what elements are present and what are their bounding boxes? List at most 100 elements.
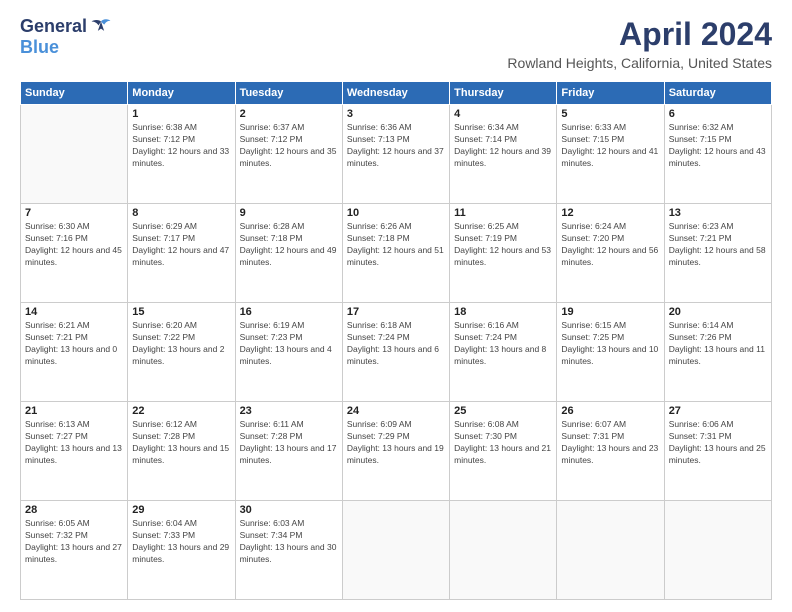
logo-general: General	[20, 16, 87, 37]
table-row: 25 Sunrise: 6:08 AM Sunset: 7:30 PM Dayl…	[450, 402, 557, 501]
sunset-text: Sunset: 7:33 PM	[132, 530, 195, 540]
sunset-text: Sunset: 7:17 PM	[132, 233, 195, 243]
table-row: 12 Sunrise: 6:24 AM Sunset: 7:20 PM Dayl…	[557, 204, 664, 303]
sunset-text: Sunset: 7:12 PM	[132, 134, 195, 144]
table-row: 23 Sunrise: 6:11 AM Sunset: 7:28 PM Dayl…	[235, 402, 342, 501]
day-info: Sunrise: 6:13 AM Sunset: 7:27 PM Dayligh…	[25, 419, 123, 467]
day-info: Sunrise: 6:24 AM Sunset: 7:20 PM Dayligh…	[561, 221, 659, 269]
table-row: 19 Sunrise: 6:15 AM Sunset: 7:25 PM Dayl…	[557, 303, 664, 402]
table-row: 18 Sunrise: 6:16 AM Sunset: 7:24 PM Dayl…	[450, 303, 557, 402]
table-row: 28 Sunrise: 6:05 AM Sunset: 7:32 PM Dayl…	[21, 501, 128, 600]
daylight-text: Daylight: 13 hours and 6 minutes.	[347, 344, 439, 366]
sunrise-text: Sunrise: 6:21 AM	[25, 320, 90, 330]
table-row: 5 Sunrise: 6:33 AM Sunset: 7:15 PM Dayli…	[557, 105, 664, 204]
sunrise-text: Sunrise: 6:09 AM	[347, 419, 412, 429]
sunset-text: Sunset: 7:34 PM	[240, 530, 303, 540]
table-row	[450, 501, 557, 600]
calendar-table: Sunday Monday Tuesday Wednesday Thursday…	[20, 81, 772, 600]
sunrise-text: Sunrise: 6:25 AM	[454, 221, 519, 231]
sunrise-text: Sunrise: 6:36 AM	[347, 122, 412, 132]
daylight-text: Daylight: 12 hours and 37 minutes.	[347, 146, 444, 168]
day-number: 3	[347, 108, 445, 120]
col-saturday: Saturday	[664, 82, 771, 105]
table-row: 17 Sunrise: 6:18 AM Sunset: 7:24 PM Dayl…	[342, 303, 449, 402]
day-info: Sunrise: 6:23 AM Sunset: 7:21 PM Dayligh…	[669, 221, 767, 269]
daylight-text: Daylight: 12 hours and 33 minutes.	[132, 146, 229, 168]
day-info: Sunrise: 6:08 AM Sunset: 7:30 PM Dayligh…	[454, 419, 552, 467]
col-tuesday: Tuesday	[235, 82, 342, 105]
sunset-text: Sunset: 7:15 PM	[669, 134, 732, 144]
day-info: Sunrise: 6:36 AM Sunset: 7:13 PM Dayligh…	[347, 122, 445, 170]
sunrise-text: Sunrise: 6:29 AM	[132, 221, 197, 231]
col-wednesday: Wednesday	[342, 82, 449, 105]
day-info: Sunrise: 6:32 AM Sunset: 7:15 PM Dayligh…	[669, 122, 767, 170]
sunset-text: Sunset: 7:25 PM	[561, 332, 624, 342]
day-info: Sunrise: 6:20 AM Sunset: 7:22 PM Dayligh…	[132, 320, 230, 368]
col-friday: Friday	[557, 82, 664, 105]
sunset-text: Sunset: 7:28 PM	[132, 431, 195, 441]
day-info: Sunrise: 6:14 AM Sunset: 7:26 PM Dayligh…	[669, 320, 767, 368]
sunset-text: Sunset: 7:14 PM	[454, 134, 517, 144]
table-row: 6 Sunrise: 6:32 AM Sunset: 7:15 PM Dayli…	[664, 105, 771, 204]
day-info: Sunrise: 6:38 AM Sunset: 7:12 PM Dayligh…	[132, 122, 230, 170]
daylight-text: Daylight: 12 hours and 39 minutes.	[454, 146, 551, 168]
table-row	[664, 501, 771, 600]
sunset-text: Sunset: 7:22 PM	[132, 332, 195, 342]
daylight-text: Daylight: 12 hours and 43 minutes.	[669, 146, 766, 168]
subtitle: Rowland Heights, California, United Stat…	[507, 55, 772, 71]
sunrise-text: Sunrise: 6:03 AM	[240, 518, 305, 528]
sunrise-text: Sunrise: 6:16 AM	[454, 320, 519, 330]
sunset-text: Sunset: 7:28 PM	[240, 431, 303, 441]
day-number: 17	[347, 306, 445, 318]
day-number: 2	[240, 108, 338, 120]
table-row: 7 Sunrise: 6:30 AM Sunset: 7:16 PM Dayli…	[21, 204, 128, 303]
sunset-text: Sunset: 7:23 PM	[240, 332, 303, 342]
sunset-text: Sunset: 7:32 PM	[25, 530, 88, 540]
sunset-text: Sunset: 7:21 PM	[669, 233, 732, 243]
day-info: Sunrise: 6:19 AM Sunset: 7:23 PM Dayligh…	[240, 320, 338, 368]
day-number: 5	[561, 108, 659, 120]
sunset-text: Sunset: 7:31 PM	[669, 431, 732, 441]
day-info: Sunrise: 6:07 AM Sunset: 7:31 PM Dayligh…	[561, 419, 659, 467]
table-row: 22 Sunrise: 6:12 AM Sunset: 7:28 PM Dayl…	[128, 402, 235, 501]
daylight-text: Daylight: 13 hours and 11 minutes.	[669, 344, 765, 366]
table-row: 3 Sunrise: 6:36 AM Sunset: 7:13 PM Dayli…	[342, 105, 449, 204]
day-info: Sunrise: 6:16 AM Sunset: 7:24 PM Dayligh…	[454, 320, 552, 368]
daylight-text: Daylight: 12 hours and 49 minutes.	[240, 245, 337, 267]
day-info: Sunrise: 6:26 AM Sunset: 7:18 PM Dayligh…	[347, 221, 445, 269]
sunset-text: Sunset: 7:13 PM	[347, 134, 410, 144]
sunrise-text: Sunrise: 6:20 AM	[132, 320, 197, 330]
day-number: 9	[240, 207, 338, 219]
day-info: Sunrise: 6:12 AM Sunset: 7:28 PM Dayligh…	[132, 419, 230, 467]
sunrise-text: Sunrise: 6:12 AM	[132, 419, 197, 429]
sunrise-text: Sunrise: 6:32 AM	[669, 122, 734, 132]
daylight-text: Daylight: 13 hours and 17 minutes.	[240, 443, 337, 465]
day-number: 6	[669, 108, 767, 120]
day-number: 1	[132, 108, 230, 120]
day-info: Sunrise: 6:33 AM Sunset: 7:15 PM Dayligh…	[561, 122, 659, 170]
day-number: 7	[25, 207, 123, 219]
calendar-header-row: Sunday Monday Tuesday Wednesday Thursday…	[21, 82, 772, 105]
daylight-text: Daylight: 13 hours and 13 minutes.	[25, 443, 122, 465]
col-thursday: Thursday	[450, 82, 557, 105]
sunrise-text: Sunrise: 6:24 AM	[561, 221, 626, 231]
daylight-text: Daylight: 13 hours and 0 minutes.	[25, 344, 117, 366]
daylight-text: Daylight: 13 hours and 30 minutes.	[240, 542, 337, 564]
sunset-text: Sunset: 7:19 PM	[454, 233, 517, 243]
table-row: 13 Sunrise: 6:23 AM Sunset: 7:21 PM Dayl…	[664, 204, 771, 303]
day-info: Sunrise: 6:09 AM Sunset: 7:29 PM Dayligh…	[347, 419, 445, 467]
table-row: 20 Sunrise: 6:14 AM Sunset: 7:26 PM Dayl…	[664, 303, 771, 402]
day-number: 29	[132, 504, 230, 516]
sunrise-text: Sunrise: 6:34 AM	[454, 122, 519, 132]
table-row: 26 Sunrise: 6:07 AM Sunset: 7:31 PM Dayl…	[557, 402, 664, 501]
daylight-text: Daylight: 12 hours and 41 minutes.	[561, 146, 658, 168]
sunset-text: Sunset: 7:21 PM	[25, 332, 88, 342]
logo-bird-icon	[90, 18, 112, 36]
table-row: 11 Sunrise: 6:25 AM Sunset: 7:19 PM Dayl…	[450, 204, 557, 303]
sunset-text: Sunset: 7:31 PM	[561, 431, 624, 441]
daylight-text: Daylight: 13 hours and 27 minutes.	[25, 542, 122, 564]
sunrise-text: Sunrise: 6:07 AM	[561, 419, 626, 429]
table-row: 4 Sunrise: 6:34 AM Sunset: 7:14 PM Dayli…	[450, 105, 557, 204]
table-row: 14 Sunrise: 6:21 AM Sunset: 7:21 PM Dayl…	[21, 303, 128, 402]
day-number: 24	[347, 405, 445, 417]
